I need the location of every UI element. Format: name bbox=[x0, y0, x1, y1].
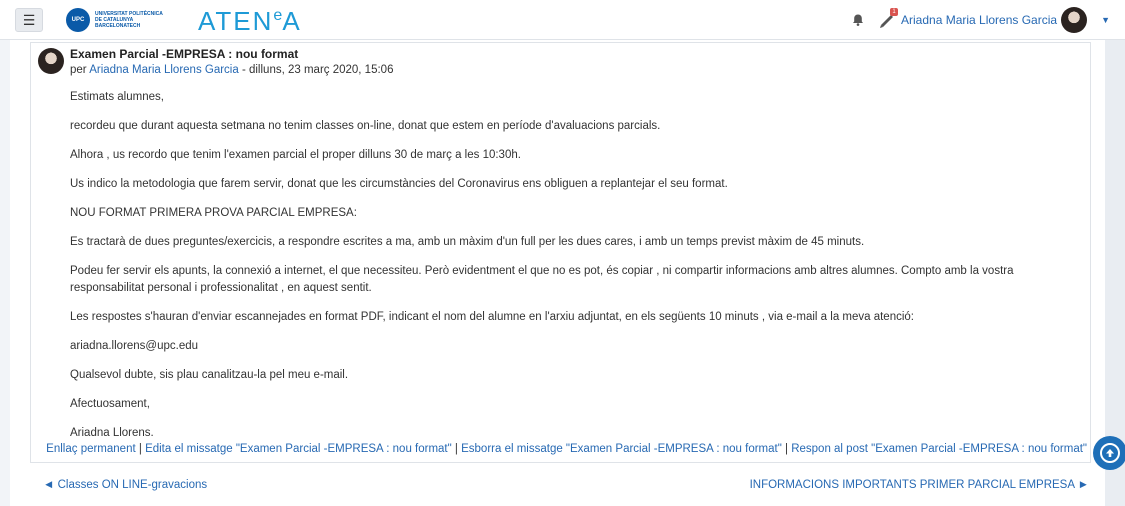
paragraph: Estimats alumnes, bbox=[70, 91, 164, 103]
post-title: Examen Parcial -EMPRESA : nou format bbox=[70, 47, 299, 61]
next-arrow-icon: ► bbox=[1077, 479, 1089, 491]
upc-logo-mark: UPC bbox=[66, 8, 90, 32]
email-paragraph: ariadna.llorens@upc.edu bbox=[70, 340, 199, 352]
user-name-link[interactable]: Ariadna Maria Llorens Garcia bbox=[901, 13, 1057, 27]
author-link[interactable]: Ariadna Maria Llorens Garcia bbox=[89, 64, 239, 76]
paragraph: Us indico la metodologia que farem servi… bbox=[70, 178, 728, 190]
upc-logo[interactable]: UPC Universitat Politècnica de Catalunya… bbox=[66, 8, 179, 32]
paragraph: Afectuosament, bbox=[70, 398, 150, 410]
atenea-logo[interactable]: ATENeA bbox=[198, 6, 302, 37]
forum-post: Examen Parcial -EMPRESA : nou format per… bbox=[30, 42, 1091, 463]
paragraph: NOU FORMAT PRIMERA PROVA PARCIAL EMPRESA… bbox=[70, 207, 357, 219]
messages-badge: 1 bbox=[890, 8, 898, 16]
avatar[interactable] bbox=[1061, 7, 1088, 33]
permalink-link[interactable]: Enllaç permanent bbox=[46, 443, 136, 455]
hamburger-menu-button[interactable]: ☰ bbox=[15, 8, 43, 32]
next-discussion-link[interactable]: INFORMACIONS IMPORTANTS PRIMER PARCIAL E… bbox=[750, 479, 1089, 491]
paragraph: Alhora , us recordo que tenim l'examen p… bbox=[70, 149, 521, 161]
scroll-to-top-button[interactable] bbox=[1093, 436, 1125, 470]
prev-arrow-icon: ◄ bbox=[43, 479, 55, 491]
user-area: 1 Ariadna Maria Llorens Garcia ▼ bbox=[851, 0, 1110, 40]
upc-logo-text: Universitat Politècnica de Catalunya Bar… bbox=[95, 11, 163, 29]
hamburger-icon: ☰ bbox=[22, 11, 36, 28]
post-body: Estimats alumnes, recordeu que durant aq… bbox=[70, 89, 1080, 454]
reply-post-link[interactable]: Respon al post "Examen Parcial -EMPRESA … bbox=[791, 443, 1087, 455]
top-navbar: ☰ UPC Universitat Politècnica de Catalun… bbox=[0, 0, 1125, 40]
delete-post-link[interactable]: Esborra el missatge "Examen Parcial -EMP… bbox=[461, 443, 782, 455]
arrow-up-circle-icon bbox=[1100, 443, 1120, 463]
paragraph: Es tractarà de dues preguntes/exercicis,… bbox=[70, 236, 865, 248]
caret-down-icon[interactable]: ▼ bbox=[1101, 15, 1110, 25]
bell-icon[interactable] bbox=[851, 13, 865, 27]
chat-icon[interactable]: 1 bbox=[879, 8, 898, 28]
post-byline: per Ariadna Maria Llorens Garcia - dillu… bbox=[70, 64, 394, 76]
previous-discussion-link[interactable]: ◄ Classes ON LINE-gravacions bbox=[43, 479, 207, 491]
paragraph: recordeu que durant aquesta setmana no t… bbox=[70, 120, 661, 132]
edit-post-link[interactable]: Edita el missatge "Examen Parcial -EMPRE… bbox=[145, 443, 452, 455]
paragraph: Ariadna Llorens. bbox=[70, 427, 154, 439]
paragraph: Les respostes s'hauran d'enviar escannej… bbox=[70, 311, 914, 323]
paragraph: Qualsevol dubte, sis plau canalitzau-la … bbox=[70, 369, 349, 381]
author-avatar[interactable] bbox=[38, 48, 64, 74]
paragraph: Podeu fer servir els apunts, la connexió… bbox=[70, 265, 1014, 294]
post-actions: Enllaç permanent | Edita el missatge "Ex… bbox=[46, 443, 1087, 455]
